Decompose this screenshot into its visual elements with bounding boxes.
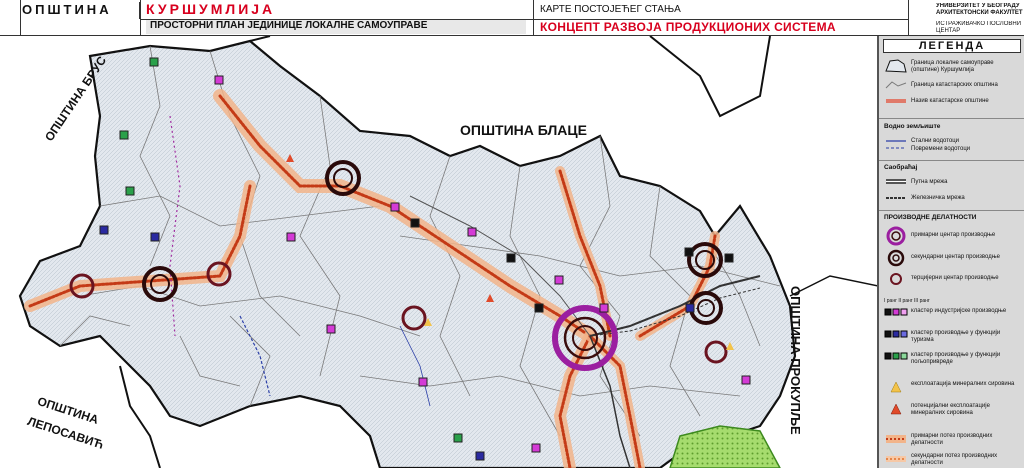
legend-item-tourism-cluster: кластер производње у функцији туризма	[879, 328, 1024, 344]
mineral-potential-icon	[890, 403, 902, 415]
secondary-center-icon	[887, 249, 905, 267]
legend-text: Граница катастарских општина	[911, 82, 998, 88]
map-canvas[interactable]: ОПШТИНА БРУС ОПШТИНА БЛАЦЕ ОПШТИНА ЛЕПОС…	[0, 36, 878, 468]
legend-panel: ЛЕГЕНДА Граница локалне самоуправе (општ…	[878, 36, 1024, 468]
legend-item-agriculture-cluster: кластер производње у функцији пољопривре…	[879, 350, 1024, 370]
legend-text: Назив катастарске општине	[911, 98, 989, 104]
map-type: КАРТЕ ПОСТОЈЕЋЕГ СТАЊА	[540, 4, 681, 15]
divider	[908, 0, 909, 36]
legend-divider	[879, 160, 1024, 161]
map-title: КОНЦЕПТ РАЗВОЈА ПРОДУКЦИОНИХ СИСТЕМА	[540, 20, 836, 34]
legend-text: примарни потез производних делатности	[911, 433, 993, 446]
legend-item-tertiary-center: терцијерни центар производње	[879, 270, 1024, 288]
tertiary-center-icon	[890, 273, 902, 285]
legend-section-production: ПРОИЗВОДНЕ ДЕЛАТНОСТИ	[884, 214, 977, 221]
legend-rank-header: I ранг II ранг III ранг	[884, 298, 930, 304]
primary-flow-icon	[886, 435, 906, 443]
tourism-cluster-icon	[884, 330, 908, 338]
permanent-stream-icon	[886, 140, 906, 149]
legend-text: кластер индустријске производње	[911, 308, 1007, 314]
institute-name: ИСТРАЖИВАЧКО ПОСЛОВНИ ЦЕНТАР	[936, 21, 1022, 34]
industry-cluster-icon	[884, 308, 908, 316]
legend-text: Граница локалне самоуправе (општине) Кур…	[911, 60, 994, 73]
legend-item-secondary-flow: секундарни потез производних делатности	[879, 452, 1024, 468]
divider	[533, 0, 534, 36]
legend-divider	[879, 118, 1024, 119]
legend-text: примарни центар производње	[911, 232, 996, 238]
cadastral-boundary-icon	[885, 81, 907, 89]
legend-item-primary-flow: примарни потез производних делатности	[879, 432, 1024, 450]
legend-title: ЛЕГЕНДА	[883, 39, 1021, 53]
legend-text: Повремени водотоци	[911, 146, 971, 152]
cadastral-name-icon	[886, 99, 906, 103]
neighbor-label-prokuplje: ОПШТИНА ПРОКУПЉЕ	[788, 286, 803, 435]
legend-item-railway: Железничка мрежа	[879, 192, 1024, 206]
neighbor-boundary-east	[789, 275, 877, 297]
municipality-territory	[18, 39, 797, 468]
primary-center-icon	[886, 226, 906, 246]
legend-item-primary-center: примарни центар производње	[879, 226, 1024, 246]
map-drawing	[18, 36, 877, 468]
agriculture-cluster-icon	[884, 352, 908, 360]
legend-section-water: Водно земљиште	[884, 123, 941, 130]
legend-text: Стални водотоци	[911, 138, 960, 144]
legend-item-water: Стални водотоци Повремени водотоци	[879, 136, 1024, 156]
legend-item-secondary-center: секундарни центар производње	[879, 248, 1024, 268]
legend-item-road: Путна мрежа	[879, 176, 1024, 190]
railway-icon	[886, 197, 906, 199]
legend-item-cadastral-boundary: Граница катастарских општина	[879, 80, 1024, 92]
divider	[20, 0, 21, 36]
legend-text: Железничка мрежа	[911, 195, 965, 201]
legend-text: секундарни центар производње	[911, 254, 1000, 260]
legend-divider	[879, 210, 1024, 211]
legend-text: терцијерни центар производње	[911, 275, 999, 281]
municipality-label: ОПШТИНА	[22, 2, 140, 19]
road-network-icon	[886, 179, 906, 184]
legend-item-municipality-boundary: Граница локалне самоуправе (општине) Кур…	[879, 58, 1024, 76]
neighbor-label-blace: ОПШТИНА БЛАЦЕ	[460, 122, 587, 138]
legend-item-cadastral-name: Назив катастарске општине	[879, 96, 1024, 108]
secondary-flow-icon	[886, 456, 906, 462]
legend-text: секундарни потез производних делатности	[911, 453, 998, 466]
municipality-name: КУРШУМЛИЈА	[146, 1, 276, 17]
legend-section-traffic: Саобраћај	[884, 164, 918, 171]
legend-item-mineral-potential: потенцијални експлоатације минералних си…	[879, 402, 1024, 424]
mineral-exploitation-icon	[890, 381, 902, 393]
divider	[140, 0, 141, 36]
university-name: УНИВЕРЗИТЕТ У БЕОГРАДУ АРХИТЕКТОНСКИ ФАК…	[936, 3, 1023, 16]
legend-item-mineral-exploitation: експлоатација минералних сировина	[879, 380, 1024, 398]
legend-text: кластер производње у функцији туризма	[911, 330, 1001, 343]
legend-text: Путна мрежа	[911, 179, 948, 185]
legend-text: потенцијални експлоатације минералних си…	[911, 403, 990, 416]
title-block: ОПШТИНА КУРШУМЛИЈА ПРОСТОРНИ ПЛАН ЈЕДИНИ…	[0, 0, 1024, 36]
legend-text: кластер производње у функцији пољопривре…	[911, 352, 1001, 365]
plan-subtitle: ПРОСТОРНИ ПЛАН ЈЕДИНИЦЕ ЛОКАЛНЕ САМОУПРА…	[146, 20, 526, 34]
legend-text: експлоатација минералних сировина	[911, 381, 1015, 387]
legend-item-industry-cluster: кластер индустријске производње	[879, 306, 1024, 322]
municipality-boundary-icon	[885, 59, 907, 73]
